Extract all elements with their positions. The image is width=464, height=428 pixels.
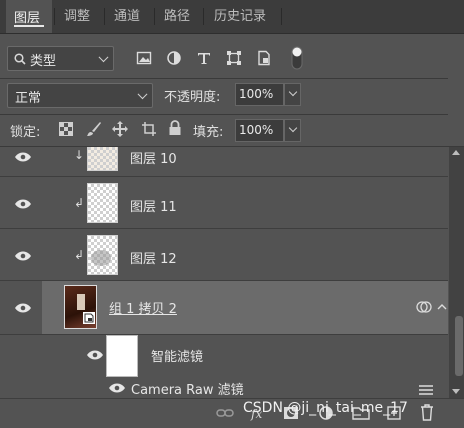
smart-filters-row[interactable]: 智能滤镜 xyxy=(0,335,448,379)
tab-history[interactable]: 历史记录 xyxy=(206,0,280,33)
filter-toggle-icon[interactable] xyxy=(290,44,304,72)
lock-all-icon[interactable] xyxy=(168,120,182,136)
search-icon xyxy=(14,53,26,65)
smart-object-badge-icon xyxy=(83,312,95,324)
tab-label: 路径 xyxy=(164,9,191,24)
clipping-indicator-icon: ↲ xyxy=(74,196,85,210)
fill-input[interactable]: 100% xyxy=(235,119,284,142)
scrollbar-thumb[interactable] xyxy=(455,316,463,376)
blend-mode-value: 正常 xyxy=(15,91,42,106)
lock-artboard-icon[interactable] xyxy=(141,121,157,137)
layer-thumbnail xyxy=(87,147,118,171)
trash-icon[interactable] xyxy=(420,404,434,421)
type-filter-icon[interactable] xyxy=(196,50,212,66)
opacity-label: 不透明度: xyxy=(164,90,221,105)
layer-thumbnail xyxy=(87,235,118,275)
lock-label: 锁定: xyxy=(10,125,41,140)
layers-list: ↓ 图层 10 ↲ 图层 11 ↲ 图层 12 组 1 拷贝 2 智能滤镜 Ca… xyxy=(0,147,448,398)
scroll-up-arrow-icon[interactable] xyxy=(452,150,460,155)
opacity-input[interactable]: 100% xyxy=(235,83,284,106)
tab-divider xyxy=(281,8,282,25)
smart-filter-mask-thumbnail[interactable] xyxy=(106,335,138,377)
tab-adjustments[interactable]: 调整 xyxy=(56,0,104,33)
eye-icon[interactable] xyxy=(87,350,103,360)
fill-label: 填充: xyxy=(193,125,224,140)
layer-row[interactable]: ↲ 图层 12 xyxy=(0,229,448,281)
watermark-text: CSDN @ji_ni_tai_me_17 xyxy=(243,400,408,416)
chevron-down-icon xyxy=(137,88,148,99)
toolbar-divider xyxy=(0,114,448,115)
fill-dropdown-button[interactable] xyxy=(284,119,301,142)
layer-name[interactable]: 图层 11 xyxy=(130,196,177,215)
opacity-dropdown-button[interactable] xyxy=(284,83,301,106)
layer-row[interactable]: ↲ 图层 11 xyxy=(0,177,448,229)
shape-filter-icon[interactable] xyxy=(226,50,242,66)
layer-thumbnail xyxy=(64,285,97,329)
layer-thumbnail xyxy=(87,183,118,223)
layer-name[interactable]: 图层 12 xyxy=(130,248,177,267)
tab-label: 调整 xyxy=(64,9,91,24)
toolbar-divider xyxy=(0,78,448,79)
smart-filter-visibility-icon[interactable] xyxy=(416,300,432,314)
lock-paint-icon[interactable] xyxy=(86,121,102,137)
filter-options-icon[interactable] xyxy=(418,383,434,397)
layer-row[interactable]: ↓ 图层 10 xyxy=(0,147,448,177)
lock-transparency-icon[interactable] xyxy=(59,122,73,136)
smart-object-filter-icon[interactable] xyxy=(256,50,272,66)
tab-label: 图层 xyxy=(14,11,41,26)
layer-name[interactable]: 图层 10 xyxy=(130,148,177,167)
layer-filter-select[interactable]: 类型 xyxy=(7,46,114,71)
clipping-indicator-icon: ↲ xyxy=(74,248,85,262)
eye-icon[interactable] xyxy=(15,303,31,313)
clipping-indicator-icon: ↓ xyxy=(74,148,85,162)
blend-mode-select[interactable]: 正常 xyxy=(7,83,153,108)
eye-icon[interactable] xyxy=(15,251,31,261)
eye-icon[interactable] xyxy=(15,199,31,209)
tab-divider xyxy=(104,8,105,25)
adjustment-filter-icon[interactable] xyxy=(166,50,182,66)
link-icon[interactable] xyxy=(216,407,234,419)
tab-channels[interactable]: 通道 xyxy=(106,0,154,33)
layer-name: Camera Raw 滤镜 xyxy=(131,383,244,398)
layer-name[interactable]: 组 1 拷贝 2 xyxy=(109,298,177,317)
filter-row[interactable]: Camera Raw 滤镜 xyxy=(0,379,448,398)
tab-layers[interactable]: 图层 xyxy=(6,0,52,33)
filter-kind-label: 类型 xyxy=(30,54,57,69)
chevron-up-icon[interactable] xyxy=(437,303,447,311)
layer-row-selected[interactable]: 组 1 拷贝 2 xyxy=(0,281,448,335)
tab-paths[interactable]: 路径 xyxy=(156,0,202,33)
tab-divider xyxy=(54,8,55,25)
eye-icon[interactable] xyxy=(109,383,125,393)
layer-name: 智能滤镜 xyxy=(151,350,204,365)
lock-move-icon[interactable] xyxy=(112,121,128,137)
eye-icon[interactable] xyxy=(15,152,31,162)
tab-divider xyxy=(203,8,204,25)
selected-highlight xyxy=(42,281,448,334)
image-filter-icon[interactable] xyxy=(136,50,152,66)
tab-label: 通道 xyxy=(114,9,141,24)
tab-label: 历史记录 xyxy=(214,9,267,24)
thumbnail-shape xyxy=(91,250,111,266)
chevron-down-icon xyxy=(98,51,109,62)
panel-tab-bar: 图层 调整 通道 路径 历史记录 xyxy=(0,0,464,34)
tab-divider xyxy=(154,8,155,25)
thumbnail-figure xyxy=(77,294,85,310)
scroll-down-arrow-icon[interactable] xyxy=(452,389,460,394)
